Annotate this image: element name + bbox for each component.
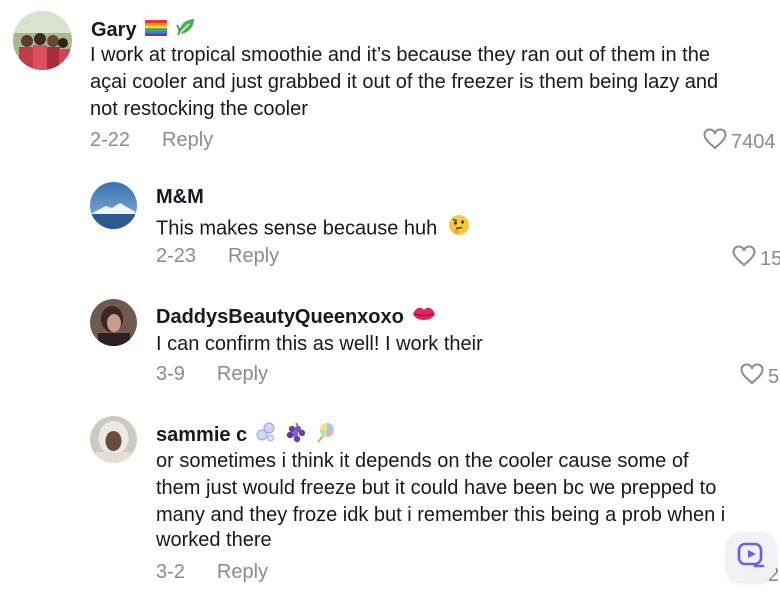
lips-icon (412, 304, 436, 330)
username[interactable]: M&M (156, 186, 204, 209)
heart-icon (732, 245, 756, 273)
avatar[interactable] (13, 11, 72, 70)
lollipop-icon (315, 421, 337, 449)
like-button[interactable]: 7404 (703, 128, 776, 156)
comment-line: I work at tropical smoothie and it’s bec… (90, 44, 710, 66)
reply-button[interactable]: Reply (217, 363, 268, 385)
rainbow-flag-icon (144, 19, 167, 42)
heart-icon (740, 363, 764, 391)
username[interactable]: sammie c (156, 424, 247, 447)
username[interactable]: Gary (91, 19, 137, 42)
comment-line: them just would freeze but it could have… (156, 477, 717, 499)
comment-line: many and they froze idk but i remember t… (156, 504, 726, 526)
comment-date: 3-9 (156, 363, 185, 385)
like-button[interactable]: 5 (740, 363, 779, 391)
reply-button[interactable]: Reply (162, 129, 213, 151)
comment-date: 2-23 (156, 245, 197, 267)
comment-date: 3-2 (156, 561, 185, 583)
username[interactable]: DaddysBeautyQueenxoxo (156, 306, 404, 329)
avatar[interactable] (90, 416, 137, 463)
comment-line: worked there (156, 529, 272, 551)
avatar[interactable] (90, 299, 137, 346)
like-button[interactable]: 15 (732, 245, 780, 273)
scroll-to-top-icon (736, 540, 766, 575)
like-count: 15 (760, 247, 780, 270)
leaf-icon (175, 16, 197, 44)
comment-line: açai cooler and just grabbed it out of t… (90, 71, 719, 93)
avatar[interactable] (90, 182, 137, 229)
reply-button[interactable]: Reply (217, 561, 268, 583)
grapes-icon (285, 421, 307, 449)
like-count: 7404 (731, 130, 776, 153)
comment-line: or sometimes i think it depends on the c… (156, 450, 689, 472)
comment-date: 2-22 (90, 129, 131, 151)
comment-line: This makes sense because huh (156, 217, 438, 240)
like-count: 5 (768, 365, 780, 388)
comment-line: not restocking the cooler (90, 98, 308, 120)
floating-action-button[interactable] (726, 532, 776, 582)
bubbles-icon (255, 421, 277, 449)
heart-icon (703, 128, 727, 156)
thinking-face-icon (447, 213, 471, 245)
reply-button[interactable]: Reply (228, 245, 279, 267)
comment-line: I can confirm this as well! I work their (156, 333, 483, 355)
